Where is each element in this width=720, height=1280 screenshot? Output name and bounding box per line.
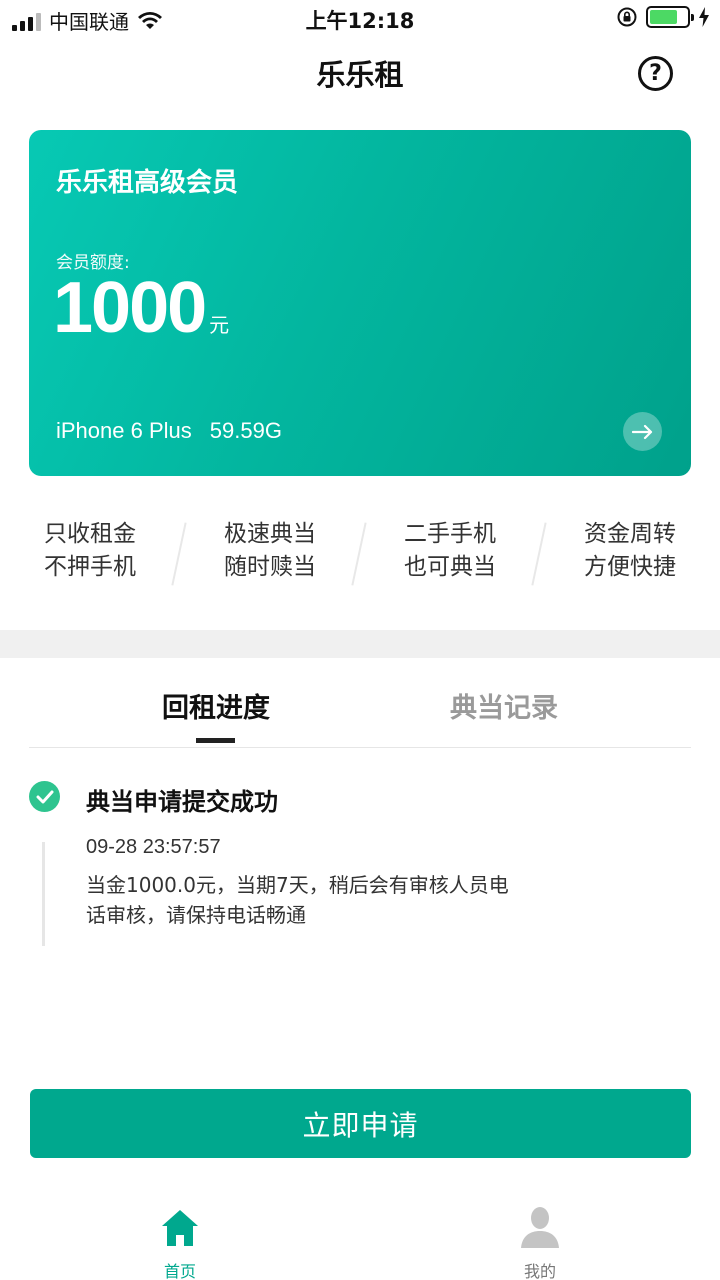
event-timestamp: 09-28 23:57:57 xyxy=(86,836,221,858)
device-model: iPhone 6 Plus xyxy=(56,418,192,443)
feature-line2: 不押手机 xyxy=(44,554,136,580)
bottom-tab-label: 首页 xyxy=(163,1262,196,1280)
arrow-right-icon xyxy=(631,424,652,439)
tab-underline xyxy=(29,747,691,748)
tab-leaseback-progress[interactable]: 回租进度 xyxy=(116,686,316,725)
feature-line1: 极速典当 xyxy=(224,521,316,547)
feature-line2: 随时赎当 xyxy=(224,554,316,580)
timeline-line xyxy=(42,842,45,946)
tab-pawn-records[interactable]: 典当记录 xyxy=(404,686,604,725)
charging-icon xyxy=(699,7,709,27)
feature-item: 只收租金 不押手机 xyxy=(0,518,180,584)
tab-active-indicator xyxy=(196,738,235,743)
apply-now-button[interactable]: 立即申请 xyxy=(30,1089,691,1158)
quota-row: 1000 元 xyxy=(53,272,229,344)
feature-item: 极速典当 随时赎当 xyxy=(180,518,360,584)
bottom-tab-home[interactable]: 首页 xyxy=(110,1204,250,1280)
page-title: 乐乐租 xyxy=(316,58,404,92)
device-storage: 59.59G xyxy=(209,418,282,443)
status-right xyxy=(616,6,710,28)
feature-item: 二手手机 也可典当 xyxy=(360,518,540,584)
membership-title: 乐乐租高级会员 xyxy=(56,168,239,198)
rotation-lock-icon xyxy=(617,7,637,27)
feature-line1: 二手手机 xyxy=(404,521,496,547)
quota-value: 1000 xyxy=(53,268,207,348)
status-time: 上午12:18 xyxy=(305,9,415,33)
feature-line1: 只收租金 xyxy=(44,521,136,547)
feature-line1: 资金周转 xyxy=(584,521,676,547)
battery-icon xyxy=(646,6,694,28)
user-icon xyxy=(521,1207,559,1248)
status-bar: 中国联通 上午12:18 xyxy=(0,0,720,38)
check-circle-icon xyxy=(29,781,60,812)
quota-unit: 元 xyxy=(209,313,230,337)
event-description: 当金1000.0元，当期7天，稍后会有审核人员电话审核，请保持电话畅通 xyxy=(86,873,509,927)
bottom-tab-label: 我的 xyxy=(523,1262,556,1280)
card-arrow-button[interactable] xyxy=(623,412,662,451)
event-title: 典当申请提交成功 xyxy=(86,788,278,816)
device-info: iPhone 6 Plus 59.59G xyxy=(56,418,282,444)
help-button[interactable]: ? xyxy=(638,56,673,91)
feature-line2: 也可典当 xyxy=(404,554,496,580)
section-divider xyxy=(0,630,720,658)
feature-item: 资金周转 方便快捷 xyxy=(540,518,720,584)
feature-line2: 方便快捷 xyxy=(584,554,676,580)
bottom-tab-mine[interactable]: 我的 xyxy=(470,1204,610,1280)
question-circle-icon: ? xyxy=(649,61,662,86)
home-icon xyxy=(162,1210,198,1246)
feature-highlights: 只收租金 不押手机 极速典当 随时赎当 二手手机 也可典当 资金周转 方便快捷 xyxy=(0,518,720,590)
member-card[interactable]: 乐乐租高级会员 会员额度: 1000 元 iPhone 6 Plus 59.59… xyxy=(29,130,691,476)
